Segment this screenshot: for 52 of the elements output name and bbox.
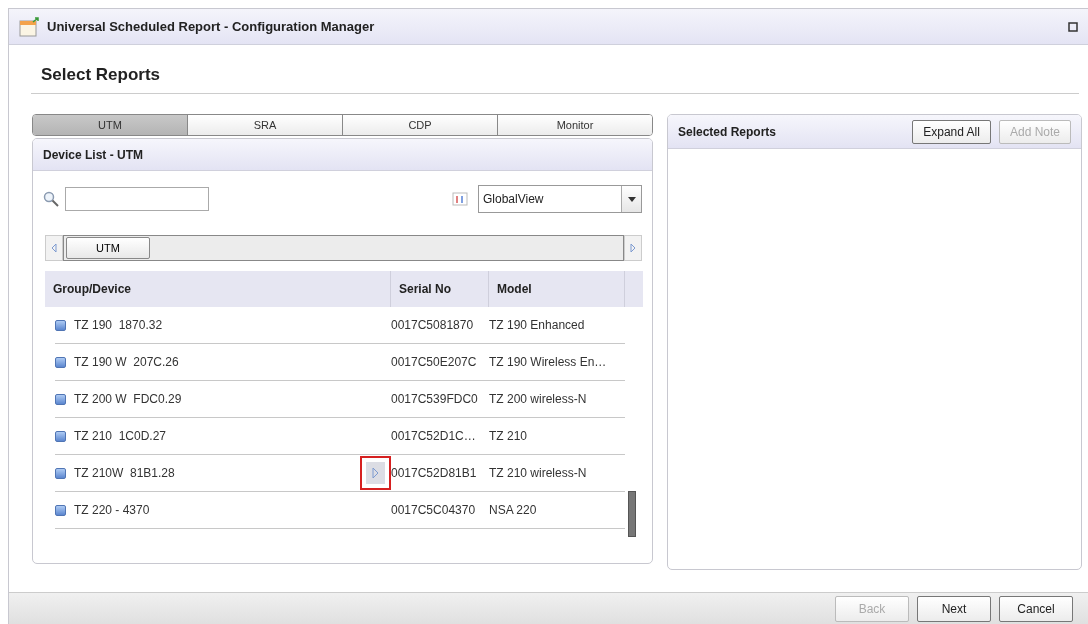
tab[interactable]: CDP — [342, 115, 497, 135]
model-name: TZ 210 — [489, 429, 528, 443]
wizard-button[interactable]: Cancel — [999, 595, 1073, 622]
device-icon — [55, 393, 66, 405]
device-name[interactable]: TZ 200 W FDC0.29 — [74, 392, 182, 406]
column-header[interactable]: Group/Device — [45, 271, 391, 307]
report-icon — [19, 16, 39, 37]
panel-title: Device List - UTM — [43, 147, 145, 162]
panel-title: Selected Reports — [678, 124, 778, 139]
device-name[interactable]: TZ 210W 81B1.28 — [74, 466, 175, 480]
model-name: TZ 190 Enhanced — [489, 318, 586, 332]
tab[interactable]: SRA — [187, 115, 342, 135]
model-name: NSA 220 — [489, 503, 538, 517]
scroll-right-button[interactable] — [624, 235, 642, 261]
tab[interactable]: Monitor — [497, 115, 652, 135]
serial-number: 0017C52D81B1 — [391, 466, 478, 480]
serial-number: 0017C5081870 — [391, 318, 475, 332]
left-arrow-icon — [51, 243, 57, 253]
window-title: Universal Scheduled Report - Configuration Manager — [47, 19, 376, 34]
model-name: TZ 210 wireless-N — [489, 466, 588, 480]
breadcrumb-button[interactable]: UTM — [66, 237, 150, 259]
serial-number: 0017C52D1C… — [391, 429, 477, 443]
columns-icon[interactable] — [452, 191, 468, 207]
model-name: TZ 190 Wireless En… — [489, 355, 608, 369]
serial-number: 0017C539FDC0 — [391, 392, 479, 406]
right-arrow-icon — [630, 243, 636, 253]
model-name: TZ 200 wireless-N — [489, 392, 588, 406]
serial-number: 0017C5C04370 — [391, 503, 477, 517]
device-name[interactable]: TZ 190 W 207C.26 — [74, 355, 179, 369]
serial-number: 0017C50E207C — [391, 355, 478, 369]
device-icon — [55, 430, 66, 442]
wizard-button[interactable]: Next — [917, 595, 991, 622]
toolbar-button[interactable]: Expand All — [912, 119, 991, 144]
column-header[interactable]: Serial No — [391, 271, 489, 307]
scrollbar-thumb[interactable] — [628, 491, 636, 537]
scroll-left-button[interactable] — [45, 235, 63, 261]
device-name[interactable]: TZ 210 1C0D.27 — [74, 429, 167, 443]
row-arrow-button[interactable] — [360, 456, 391, 490]
search-field[interactable] — [65, 187, 209, 211]
device-name[interactable]: TZ 190 1870.32 — [74, 318, 163, 332]
device-icon — [55, 467, 66, 479]
page-title: Select Reports — [41, 65, 161, 84]
tab[interactable]: UTM — [33, 115, 187, 135]
device-icon — [55, 356, 66, 368]
device-name[interactable]: TZ 220 - 4370 — [74, 503, 150, 517]
right-arrow-icon — [372, 467, 379, 479]
maximize-icon[interactable] — [1068, 21, 1078, 32]
caret-icon — [627, 196, 636, 202]
device-icon — [55, 504, 66, 516]
device-icon — [55, 319, 66, 331]
view-select[interactable]: GlobalView — [478, 185, 642, 213]
search-icon — [43, 191, 59, 207]
